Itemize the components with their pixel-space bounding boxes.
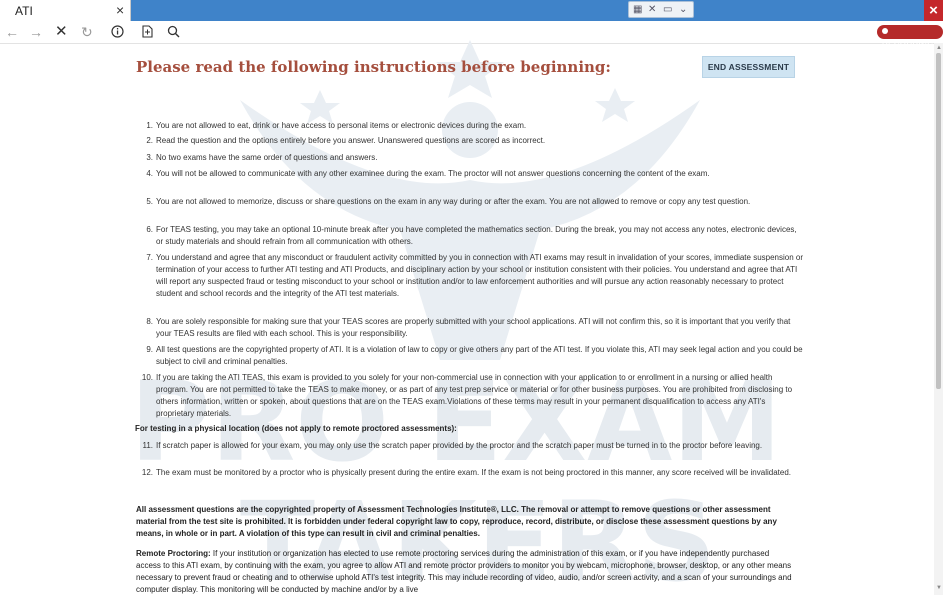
scrollbar-thumb[interactable] — [936, 53, 941, 389]
browser-tab[interactable]: ATI × — [0, 0, 131, 21]
tab-title: ATI — [15, 4, 33, 18]
grid-icon[interactable]: ▦ — [633, 2, 642, 17]
list-item: 8. You are solely responsible for making … — [146, 317, 791, 338]
forward-arrow-icon[interactable]: → — [29, 23, 43, 41]
physical-location-heading: For testing in a physical location (does… — [135, 424, 457, 433]
list-item: 5. You are not allowed to memorize, discu… — [146, 197, 751, 206]
list-item: 11. If scratch paper is allowed for your … — [142, 441, 763, 450]
list-item: 1. You are not allowed to eat, drink or h… — [146, 121, 527, 130]
browser-toolbar: ← → ✕ ↻ RECORDING — [0, 21, 943, 50]
back-arrow-icon[interactable]: ← — [5, 23, 19, 41]
remote-proctoring-text: If your institution or organization has … — [136, 549, 792, 594]
stop-icon[interactable]: ✕ — [55, 23, 68, 41]
info-icon[interactable] — [111, 25, 124, 38]
remote-proctoring-paragraph: Remote Proctoring: If your institution o… — [136, 548, 796, 596]
recording-badge: RECORDING — [877, 25, 943, 50]
list-item: 10. If you are taking the ATI TEAS, this … — [141, 373, 793, 418]
window-close-button[interactable]: × — [924, 0, 943, 21]
record-dot-icon — [882, 28, 888, 34]
reload-icon[interactable]: ↻ — [81, 23, 93, 41]
list-item: 2. Read the question and the options enti… — [146, 136, 546, 145]
remote-proctoring-label: Remote Proctoring: — [136, 549, 211, 558]
end-assessment-button[interactable]: END ASSESSMENT — [702, 56, 795, 78]
collapse-icon[interactable]: ✕ — [648, 2, 656, 17]
copyright-notice: All assessment questions are the copyrig… — [136, 505, 777, 538]
scroll-up-icon[interactable]: ▲ — [936, 45, 942, 51]
page-title: Please read the following instructions b… — [136, 58, 611, 76]
tab-close-icon[interactable]: × — [116, 2, 124, 18]
scroll-down-icon[interactable]: ▼ — [936, 585, 942, 591]
list-item: 12. The exam must be monitored by a proct… — [141, 468, 791, 477]
document-icon[interactable] — [142, 25, 153, 38]
vertical-scrollbar[interactable]: ▲ ▼ — [934, 43, 943, 595]
window-controls: ▦ ✕ ▭ ⌄ — [628, 1, 694, 18]
chevron-down-icon[interactable]: ⌄ — [679, 2, 687, 17]
list-item: 3. No two exams have the same order of qu… — [146, 153, 378, 162]
list-item: 4. You will not be allowed to communicate… — [146, 169, 710, 178]
list-item: 6. For TEAS testing, you may take an opti… — [146, 225, 797, 246]
list-item: 9. All test questions are the copyrighted… — [146, 345, 803, 366]
tab-bar: ATI × ▦ ✕ ▭ ⌄ × — [0, 0, 943, 21]
search-icon[interactable] — [167, 25, 180, 38]
recording-label: RECORDING — [882, 41, 934, 50]
list-item: 7. You understand and agree that any misc… — [146, 253, 804, 298]
screen-icon[interactable]: ▭ — [663, 2, 672, 17]
